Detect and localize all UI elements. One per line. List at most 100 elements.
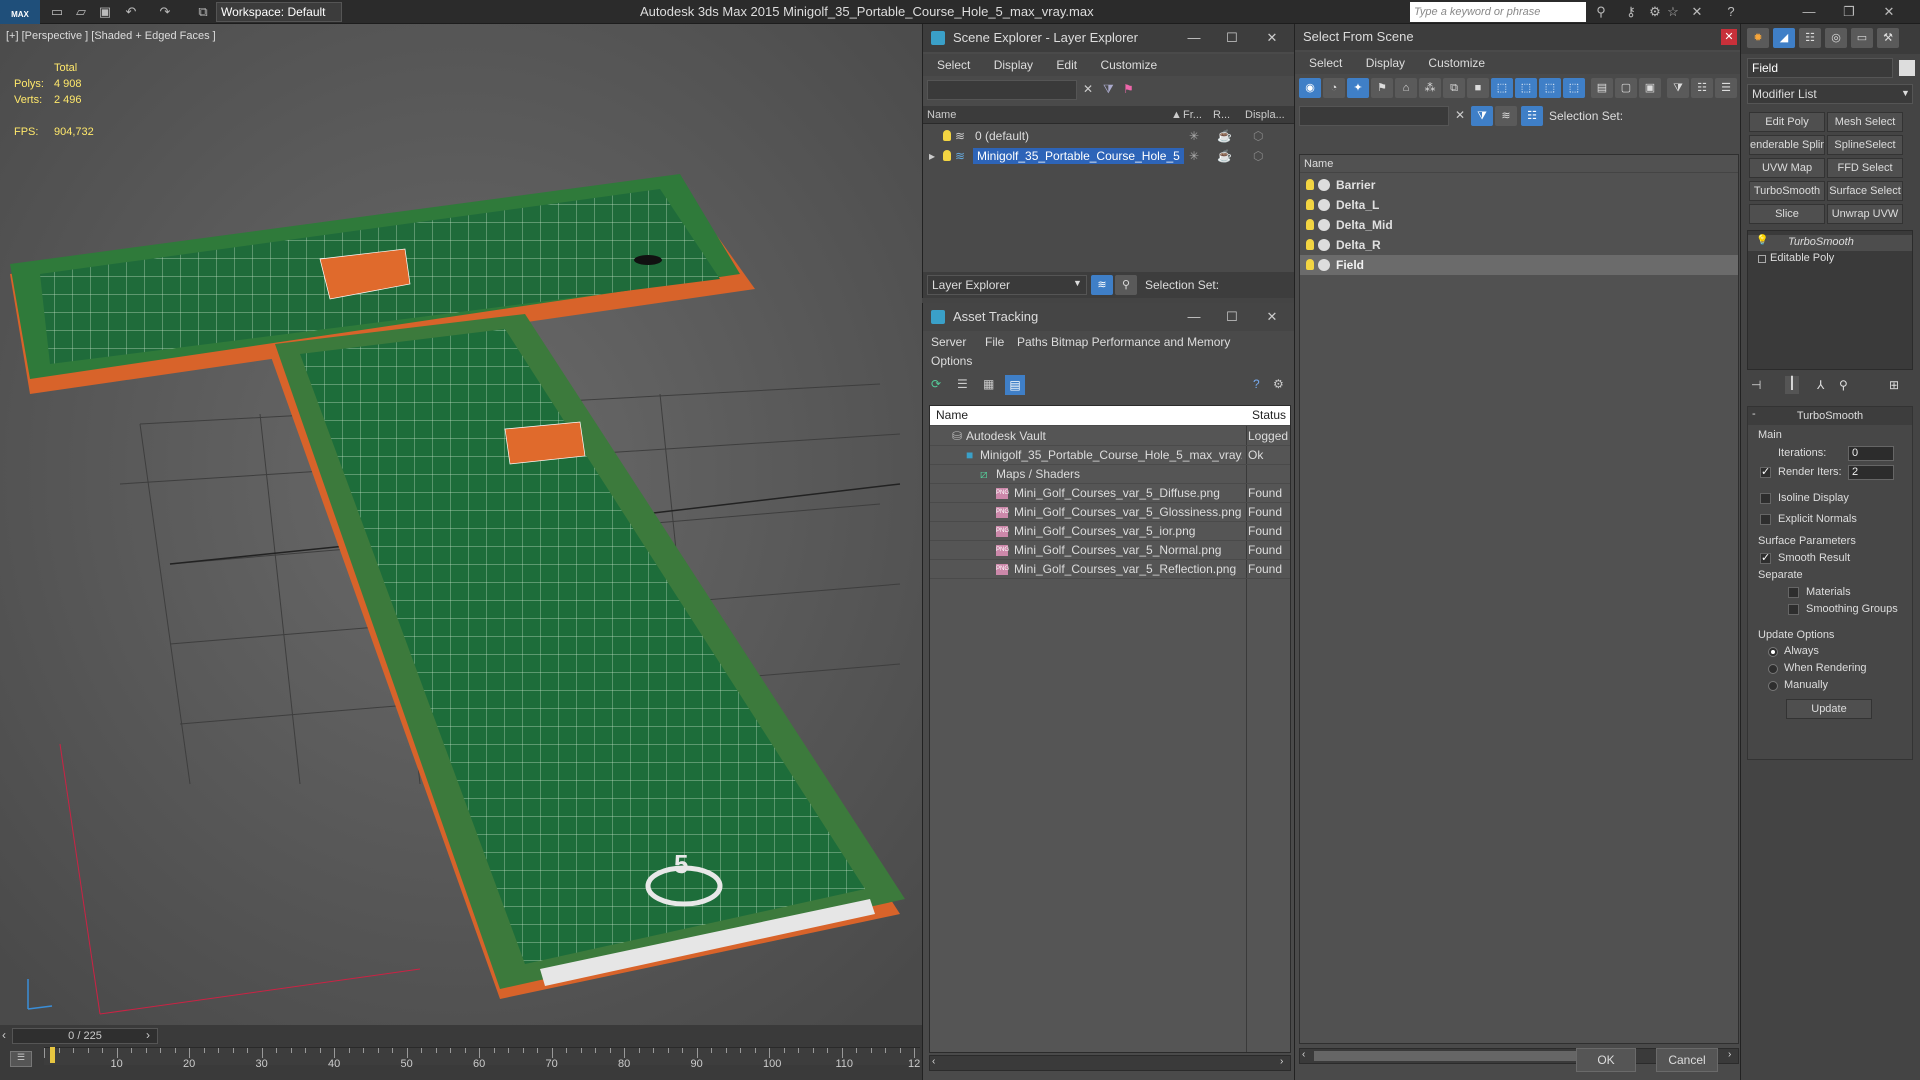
search-input[interactable]: Type a keyword or phrase bbox=[1410, 2, 1586, 22]
display-cameras-icon[interactable]: ⚑ bbox=[1371, 78, 1393, 98]
utilities-tab-icon[interactable]: ⚒ bbox=[1877, 28, 1899, 48]
asset-row[interactable]: PNG Mini_Golf_Courses_var_5_Normal.png F… bbox=[930, 541, 1290, 560]
table-view-icon[interactable]: ▤ bbox=[1005, 375, 1025, 395]
display-icon[interactable]: ⬡ bbox=[1253, 126, 1263, 146]
menu-select[interactable]: Select bbox=[937, 54, 970, 76]
stack-item[interactable]: 💡 TurboSmooth bbox=[1748, 235, 1912, 251]
lightbulb-icon[interactable] bbox=[1306, 239, 1314, 250]
star-icon[interactable]: ☆ bbox=[1664, 3, 1682, 21]
viewport-label[interactable]: [+] [Perspective ] [Shaded + Edged Faces… bbox=[6, 30, 216, 42]
app-logo[interactable]: MAX bbox=[0, 0, 40, 24]
iterations-spinner[interactable]: 0 bbox=[1848, 446, 1894, 461]
display-bones-icon[interactable]: ⬚ bbox=[1491, 78, 1513, 98]
display-helpers-icon[interactable]: ⌂ bbox=[1395, 78, 1417, 98]
lightbulb-icon[interactable] bbox=[1306, 179, 1314, 190]
menu-select[interactable]: Select bbox=[1309, 52, 1342, 74]
clear-search-icon[interactable]: ✕ bbox=[1083, 82, 1093, 96]
minimize-icon[interactable]: — bbox=[1800, 3, 1818, 21]
motion-tab-icon[interactable]: ◎ bbox=[1825, 28, 1847, 48]
stack-item[interactable]: Editable Poly bbox=[1748, 251, 1912, 267]
display-xrefs-icon[interactable]: ■ bbox=[1467, 78, 1489, 98]
thumbnail-icon[interactable]: ▦ bbox=[983, 377, 994, 391]
mod-renderable-spline-button[interactable]: enderable Splin bbox=[1749, 135, 1825, 155]
select-all-icon[interactable]: ▤ bbox=[1591, 78, 1613, 98]
find-case-icon[interactable]: ⧩ bbox=[1471, 106, 1493, 126]
asset-row[interactable]: ■ Minigolf_35_Portable_Course_Hole_5_max… bbox=[930, 446, 1290, 465]
maximize-icon[interactable]: ☐ bbox=[1217, 24, 1247, 52]
remove-modifier-icon[interactable]: ⚲ bbox=[1839, 378, 1848, 392]
filter-icon[interactable]: ⧩ bbox=[1103, 82, 1114, 97]
mod-spline-select-button[interactable]: SplineSelect bbox=[1827, 135, 1903, 155]
display-hidden-icon[interactable]: ⬚ bbox=[1563, 78, 1585, 98]
hierarchy-icon[interactable]: ☷ bbox=[1521, 106, 1543, 126]
menu-bitmap-performance[interactable]: Bitmap Performance and Memory bbox=[1051, 335, 1230, 349]
settings-icon[interactable]: ⚙ bbox=[1273, 377, 1284, 391]
lightbulb-icon[interactable]: 💡 bbox=[1756, 235, 1768, 246]
layer-mode-icon[interactable]: ≋ bbox=[1091, 275, 1113, 295]
sfs-search-input[interactable] bbox=[1299, 106, 1449, 126]
help-icon[interactable]: ? bbox=[1253, 377, 1260, 391]
smoothing-groups-checkbox[interactable] bbox=[1788, 604, 1799, 615]
menu-server[interactable]: Server bbox=[931, 335, 966, 349]
display-groups-icon[interactable]: ⧉ bbox=[1443, 78, 1465, 98]
cancel-button[interactable]: Cancel bbox=[1656, 1048, 1718, 1072]
filter-icon[interactable]: ⧩ bbox=[1667, 78, 1689, 98]
minimize-icon[interactable]: — bbox=[1179, 24, 1209, 52]
lightbulb-icon[interactable] bbox=[1306, 219, 1314, 230]
project-folder-icon[interactable]: ⧉ bbox=[194, 3, 212, 21]
layer-row[interactable]: ≋ 0 (default) ✳ ☕ ⬡ bbox=[923, 126, 1294, 146]
save-icon[interactable]: ▣ bbox=[96, 3, 114, 21]
update-button[interactable]: Update bbox=[1786, 699, 1872, 719]
exchange-icon[interactable]: ✕ bbox=[1688, 3, 1706, 21]
materials-checkbox[interactable] bbox=[1788, 587, 1799, 598]
asset-row[interactable]: PNG Mini_Golf_Courses_var_5_ior.png Foun… bbox=[930, 522, 1290, 541]
make-unique-icon[interactable]: ⅄ bbox=[1817, 378, 1824, 392]
object-row[interactable]: Delta_R bbox=[1300, 235, 1738, 255]
prev-frame-icon[interactable]: ‹ bbox=[2, 1028, 6, 1042]
lightbulb-icon[interactable] bbox=[943, 130, 951, 141]
minimize-icon[interactable]: — bbox=[1179, 303, 1209, 331]
expand-icon[interactable] bbox=[1758, 255, 1766, 263]
close-icon[interactable]: ✕ bbox=[1880, 3, 1898, 21]
scene-search-input[interactable] bbox=[927, 80, 1077, 100]
menu-paths[interactable]: Paths bbox=[1017, 335, 1048, 349]
manually-radio[interactable] bbox=[1768, 681, 1778, 691]
asset-row[interactable]: PNG Mini_Golf_Courses_var_5_Glossiness.p… bbox=[930, 503, 1290, 522]
layers-icon[interactable]: ≋ bbox=[1495, 106, 1517, 126]
lightbulb-icon[interactable] bbox=[1306, 259, 1314, 270]
col-name[interactable]: Name bbox=[936, 406, 968, 425]
mod-surface-select-button[interactable]: Surface Select bbox=[1827, 181, 1903, 201]
workspace-dropdown[interactable]: Workspace: Default bbox=[216, 2, 342, 22]
asset-row[interactable]: PNG Mini_Golf_Courses_var_5_Reflection.p… bbox=[930, 560, 1290, 579]
asset-row[interactable]: ⧄ Maps / Shaders bbox=[930, 465, 1290, 484]
next-frame-icon[interactable]: › bbox=[146, 1028, 150, 1042]
render-icon[interactable]: ☕ bbox=[1217, 146, 1232, 166]
hierarchy-mode-icon[interactable]: ⚲ bbox=[1115, 275, 1137, 295]
create-tab-icon[interactable]: ✹ bbox=[1747, 28, 1769, 48]
display-frozen-icon[interactable]: ⬚ bbox=[1539, 78, 1561, 98]
render-iters-spinner[interactable]: 2 bbox=[1848, 465, 1894, 480]
show-end-result-icon[interactable]: ┃ bbox=[1785, 376, 1799, 394]
display-lights-icon[interactable]: ✦ bbox=[1347, 78, 1369, 98]
object-row[interactable]: Delta_L bbox=[1300, 195, 1738, 215]
display-spacewarps-icon[interactable]: ⁂ bbox=[1419, 78, 1441, 98]
menu-customize[interactable]: Customize bbox=[1100, 54, 1157, 76]
asset-horizontal-scrollbar[interactable]: ‹ › bbox=[929, 1055, 1291, 1071]
list-icon[interactable]: ☰ bbox=[957, 377, 968, 391]
display-geometry-icon[interactable]: ◉ bbox=[1299, 78, 1321, 98]
help-icon[interactable]: ? bbox=[1722, 3, 1740, 21]
time-config-icon[interactable]: ☰ bbox=[10, 1051, 32, 1067]
mod-slice-button[interactable]: Slice bbox=[1749, 204, 1825, 224]
scene-explorer-titlebar[interactable]: Scene Explorer - Layer Explorer — ☐ ✕ bbox=[923, 24, 1294, 52]
redo-icon[interactable]: ↷ bbox=[156, 3, 174, 21]
col-freeze[interactable]: Fr... bbox=[1183, 106, 1202, 124]
display-tab-icon[interactable]: ▭ bbox=[1851, 28, 1873, 48]
select-from-scene-titlebar[interactable]: Select From Scene ✕ bbox=[1295, 24, 1740, 50]
col-status[interactable]: Status bbox=[1252, 406, 1286, 425]
rollout-title[interactable]: TurboSmooth bbox=[1748, 407, 1912, 425]
lightbulb-icon[interactable] bbox=[943, 150, 951, 161]
asset-tracking-titlebar[interactable]: Asset Tracking — ☐ ✕ bbox=[923, 303, 1294, 331]
expand-icon[interactable]: ▸ bbox=[929, 146, 935, 166]
scroll-left-icon[interactable]: ‹ bbox=[932, 1056, 935, 1067]
display-icon[interactable]: ⬡ bbox=[1253, 146, 1263, 166]
